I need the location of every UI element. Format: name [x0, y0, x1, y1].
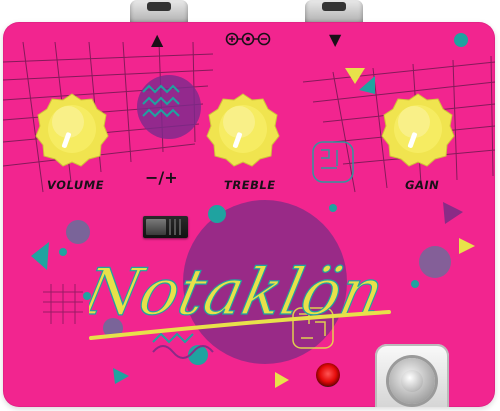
dc-power-polarity-icon — [225, 32, 271, 46]
gain-label: GAIN — [403, 178, 441, 192]
triangle-down-icon: ▼ — [329, 30, 342, 49]
toggle-label: −/+ — [145, 168, 178, 187]
brand-logo: Notaklön — [89, 255, 391, 340]
gain-knob[interactable] — [379, 90, 457, 168]
volume-label: VOLUME — [45, 178, 106, 192]
treble-label: TREBLE — [222, 178, 277, 192]
brand-name: Notaklön — [89, 256, 390, 330]
status-led — [316, 363, 340, 387]
footswitch-button[interactable] — [375, 344, 449, 407]
treble-knob[interactable] — [204, 90, 282, 168]
pedal-face: VOLUME TREBLE GAIN −/+ ▲ ▼ Notaklön — [3, 22, 495, 407]
footswitch-icon — [389, 358, 435, 404]
triangle-up-icon: ▲ — [151, 30, 164, 49]
volume-knob[interactable] — [33, 90, 111, 168]
